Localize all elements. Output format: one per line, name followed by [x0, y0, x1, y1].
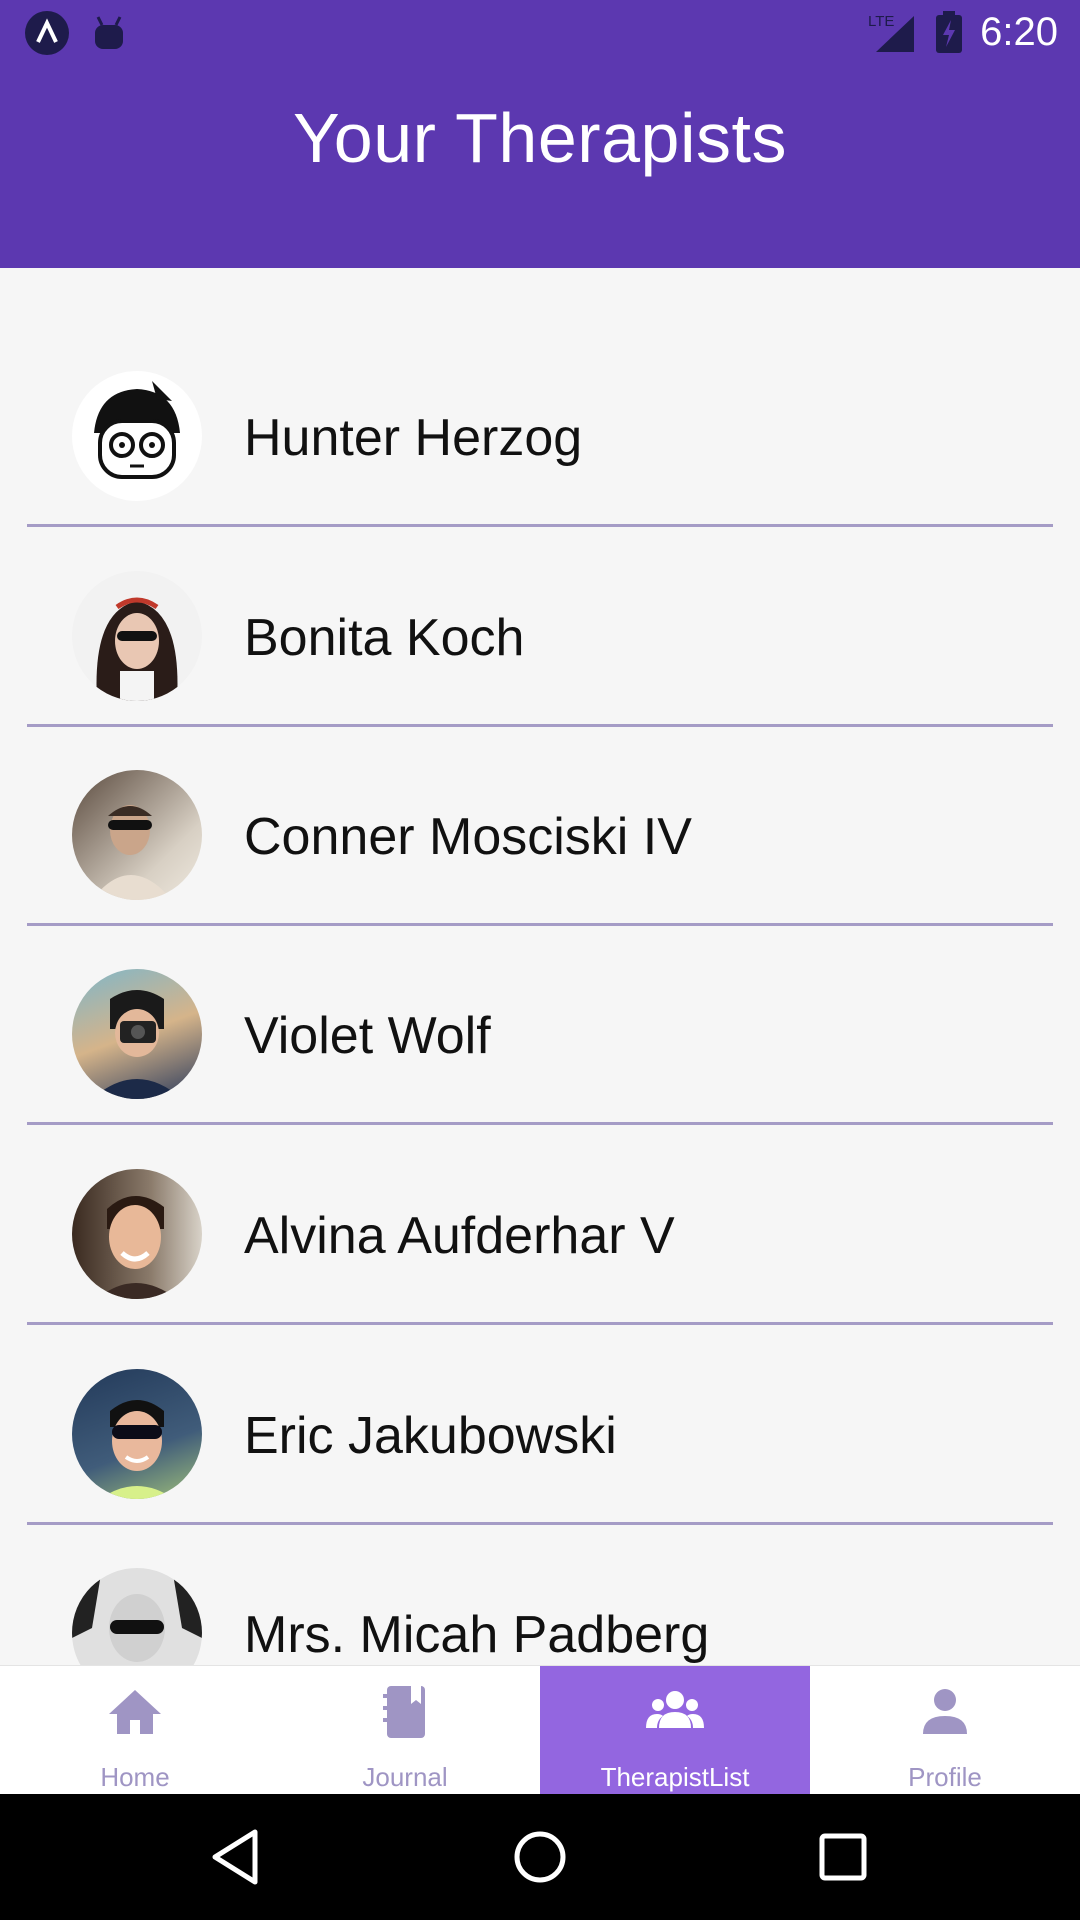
therapist-list[interactable]: Hunter Herzog Bonita Koch Conner Moscisk… [0, 268, 1080, 1665]
tab-profile[interactable]: Profile [810, 1666, 1080, 1795]
person-icon [923, 1689, 967, 1734]
avatar [72, 969, 202, 1099]
therapist-row[interactable]: Violet Wolf [27, 924, 1053, 1125]
svg-text:LTE: LTE [868, 13, 894, 30]
clock: 6:20 [980, 10, 1058, 54]
therapist-row[interactable]: Alvina Aufderhar V [27, 1124, 1053, 1325]
therapist-name: Bonita Koch [244, 609, 525, 667]
therapist-name: Mrs. Micah Padberg [244, 1606, 710, 1664]
tab-home[interactable]: Home [0, 1666, 270, 1795]
status-bar: LTE 6:20 [0, 0, 1080, 63]
therapist-name: Violet Wolf [244, 1007, 491, 1065]
home-icon [109, 1690, 161, 1734]
system-nav-bar [0, 1794, 1080, 1920]
app-logo-icon [25, 11, 69, 55]
therapist-row[interactable]: Conner Mosciski IV [27, 725, 1053, 926]
robot-icon [95, 16, 123, 49]
therapist-row[interactable]: Bonita Koch [27, 526, 1053, 727]
therapist-row[interactable]: Hunter Herzog [27, 326, 1053, 527]
avatar [72, 1568, 202, 1665]
avatar [72, 1169, 202, 1299]
battery-charging-icon [936, 11, 963, 53]
therapist-name: Conner Mosciski IV [244, 808, 692, 866]
avatar [72, 770, 202, 900]
therapist-name: Alvina Aufderhar V [244, 1207, 675, 1265]
avatar [72, 1369, 202, 1499]
avatar [72, 371, 202, 501]
avatar [72, 571, 202, 701]
page-title: Your Therapists [293, 99, 787, 177]
tab-label: Profile [908, 1762, 982, 1792]
therapist-name: Hunter Herzog [244, 409, 583, 467]
home-nav-icon[interactable] [505, 1822, 575, 1892]
tab-journal[interactable]: Journal [270, 1666, 540, 1795]
recents-icon[interactable] [808, 1822, 878, 1892]
tab-label: TherapistList [600, 1762, 750, 1792]
back-icon[interactable] [200, 1822, 270, 1892]
lte-signal-icon: LTE [868, 13, 915, 52]
therapist-name: Eric Jakubowski [244, 1407, 617, 1465]
therapist-row[interactable]: Mrs. Micah Padberg [27, 1523, 1053, 1665]
therapist-row[interactable]: Eric Jakubowski [27, 1324, 1053, 1525]
journal-icon [383, 1686, 425, 1738]
tab-therapist-list[interactable]: TherapistList [540, 1666, 810, 1795]
group-icon [646, 1691, 704, 1728]
bottom-tab-bar: Home Journal TherapistList Profile [0, 1665, 1080, 1795]
tab-label: Home [100, 1762, 170, 1792]
tab-label: Journal [362, 1762, 448, 1792]
app-header: Your Therapists [0, 63, 1080, 268]
